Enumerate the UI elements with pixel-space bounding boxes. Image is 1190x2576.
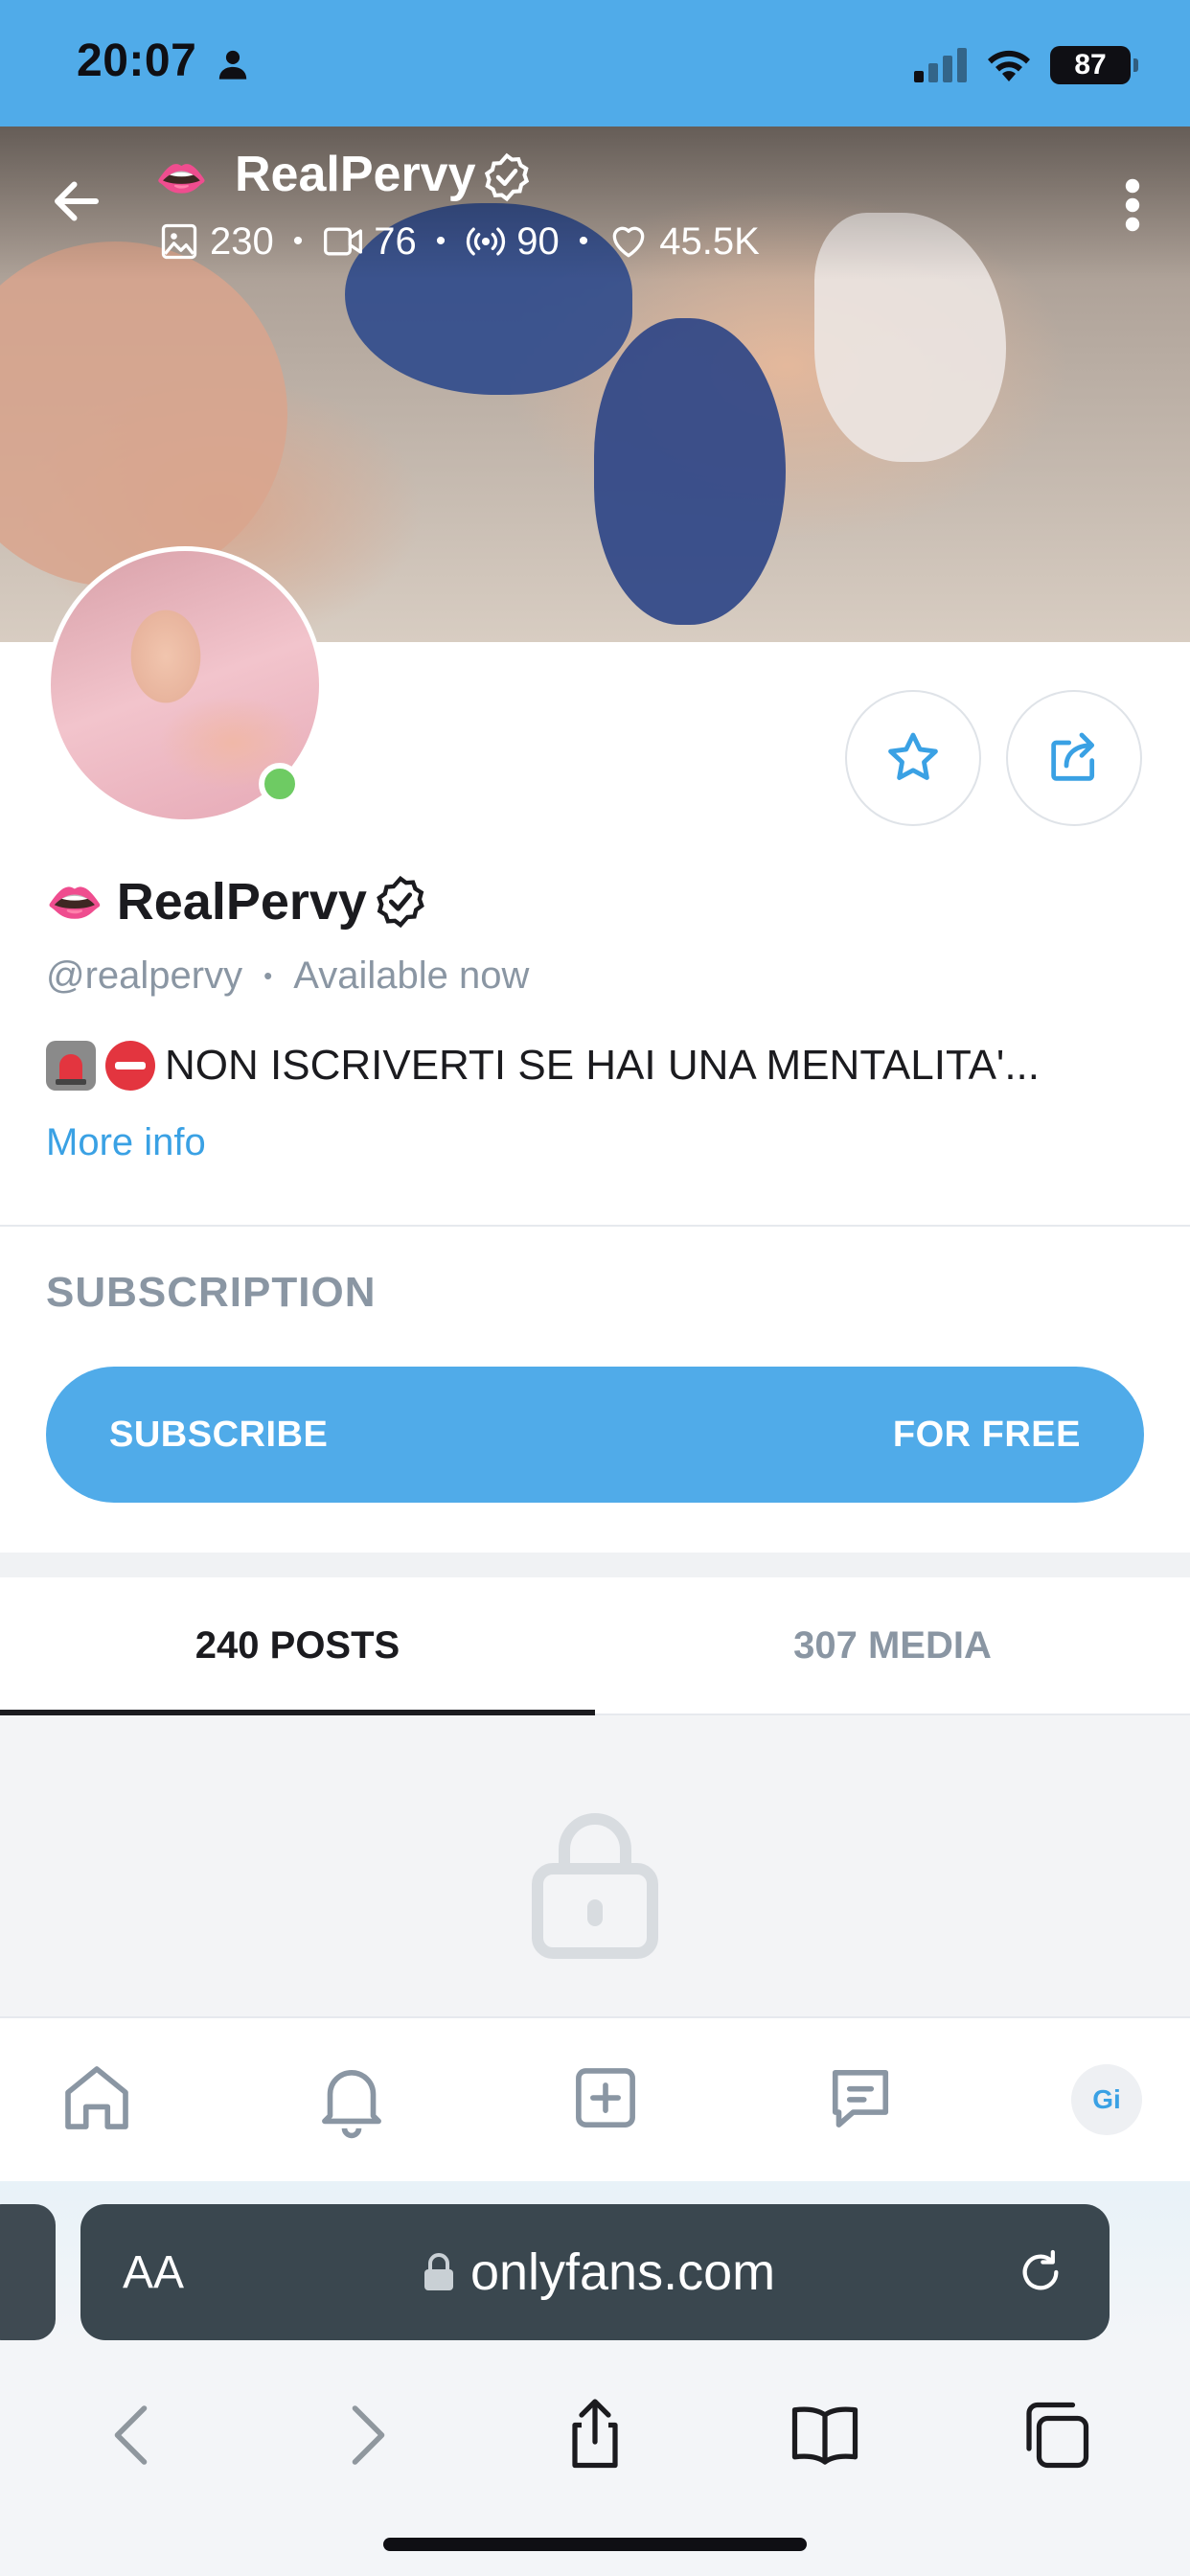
- divider: [0, 1225, 1190, 1227]
- bottom-navigation: Gi: [0, 2016, 1190, 2181]
- address-bar[interactable]: AA onlyfans.com: [80, 2204, 1110, 2340]
- videos-stat: 76: [322, 220, 417, 264]
- heart-icon: [612, 226, 645, 258]
- bell-icon: [321, 2069, 381, 2138]
- profile-stats: 230 • 76 • 90 • 45.5K: [158, 215, 760, 268]
- url-text: onlyfans.com: [469, 2243, 776, 2301]
- back-arrow-icon[interactable]: [48, 172, 105, 230]
- add-post-icon: [576, 2067, 635, 2128]
- likes-stat: 45.5K: [607, 220, 760, 264]
- streams-count: 90: [516, 219, 560, 263]
- battery-indicator: 87: [1050, 46, 1138, 84]
- online-status-indicator: [259, 763, 301, 805]
- share-button[interactable]: [1006, 690, 1142, 826]
- forward-chevron-icon[interactable]: [325, 2395, 405, 2475]
- verified-badge-icon: [377, 875, 424, 929]
- availability-status: Available now: [293, 954, 530, 997]
- videos-count: 76: [374, 219, 417, 263]
- more-options-icon[interactable]: [1123, 178, 1142, 232]
- no-entry-emoji-icon: [105, 1041, 155, 1091]
- nav-home[interactable]: [54, 2055, 140, 2146]
- photos-count: 230: [210, 219, 274, 263]
- share-icon: [1051, 732, 1095, 781]
- reload-icon[interactable]: [1014, 2245, 1067, 2299]
- header-profile-name: RealPervy: [235, 147, 476, 202]
- browser-toolbar: [0, 2363, 1190, 2507]
- likes-count: 45.5K: [659, 219, 760, 263]
- locked-content-preview: [0, 1715, 1190, 2017]
- content-tabs: 240 POSTS 307 MEDIA: [0, 1577, 1190, 1715]
- message-icon: [832, 2069, 888, 2128]
- broadcast-icon: [467, 227, 506, 256]
- image-icon: [161, 223, 197, 260]
- handle-row: @realpervy • Available now: [46, 954, 530, 997]
- photos-stat: 230: [158, 220, 274, 264]
- section-separator: [0, 1552, 1190, 1577]
- streams-stat: 90: [465, 220, 560, 264]
- tab-media[interactable]: 307 MEDIA: [595, 1577, 1190, 1714]
- profile-name-row: 👄 RealPervy: [46, 872, 428, 932]
- reader-options-button[interactable]: AA: [123, 2246, 184, 2299]
- wifi-icon: [988, 50, 1030, 81]
- nav-profile-avatar[interactable]: Gi: [1071, 2064, 1142, 2135]
- share-sheet-icon[interactable]: [555, 2395, 635, 2475]
- profile-bio: NON ISCRIVERTI SE HAI UNA MENTALITA'...: [46, 1041, 1040, 1091]
- status-bar: 20:07 87: [0, 0, 1190, 126]
- lips-emoji: 👄: [46, 877, 103, 929]
- lock-icon: [423, 2253, 453, 2290]
- lock-icon: [532, 1813, 658, 1959]
- star-icon: [888, 732, 938, 780]
- url-display[interactable]: onlyfans.com: [184, 2242, 1014, 2302]
- home-indicator[interactable]: [383, 2538, 807, 2551]
- subscribe-price: FOR FREE: [892, 1414, 1081, 1455]
- bookmarks-icon[interactable]: [785, 2395, 865, 2475]
- back-chevron-icon[interactable]: [94, 2395, 174, 2475]
- profile-handle: @realpervy: [46, 954, 243, 997]
- cellular-signal-icon: [914, 48, 967, 82]
- status-indicators: 87: [914, 42, 1138, 88]
- subscribe-label: SUBSCRIBE: [109, 1414, 329, 1455]
- tab-posts[interactable]: 240 POSTS: [0, 1577, 595, 1715]
- previous-tab-preview[interactable]: [0, 2204, 56, 2340]
- nav-messages[interactable]: [817, 2055, 904, 2146]
- video-icon: [324, 227, 363, 256]
- browser-chrome: AA onlyfans.com: [0, 2181, 1190, 2576]
- tabs-icon[interactable]: [1016, 2395, 1096, 2475]
- verified-badge-icon: [484, 152, 530, 202]
- subscription-title: SUBSCRIPTION: [46, 1269, 377, 1316]
- person-icon: [218, 50, 247, 80]
- nav-notifications[interactable]: [309, 2055, 395, 2146]
- siren-emoji-icon: [46, 1041, 96, 1091]
- home-icon: [65, 2065, 128, 2129]
- status-time: 20:07: [77, 35, 197, 86]
- bio-text: NON ISCRIVERTI SE HAI UNA MENTALITA'...: [165, 1042, 1040, 1089]
- profile-name: RealPervy: [116, 873, 367, 931]
- more-info-link[interactable]: More info: [46, 1121, 206, 1164]
- subscribe-button[interactable]: SUBSCRIBE FOR FREE: [46, 1367, 1144, 1503]
- lips-emoji: 👄: [155, 155, 208, 202]
- nav-new-post[interactable]: [562, 2055, 649, 2146]
- favorite-button[interactable]: [845, 690, 981, 826]
